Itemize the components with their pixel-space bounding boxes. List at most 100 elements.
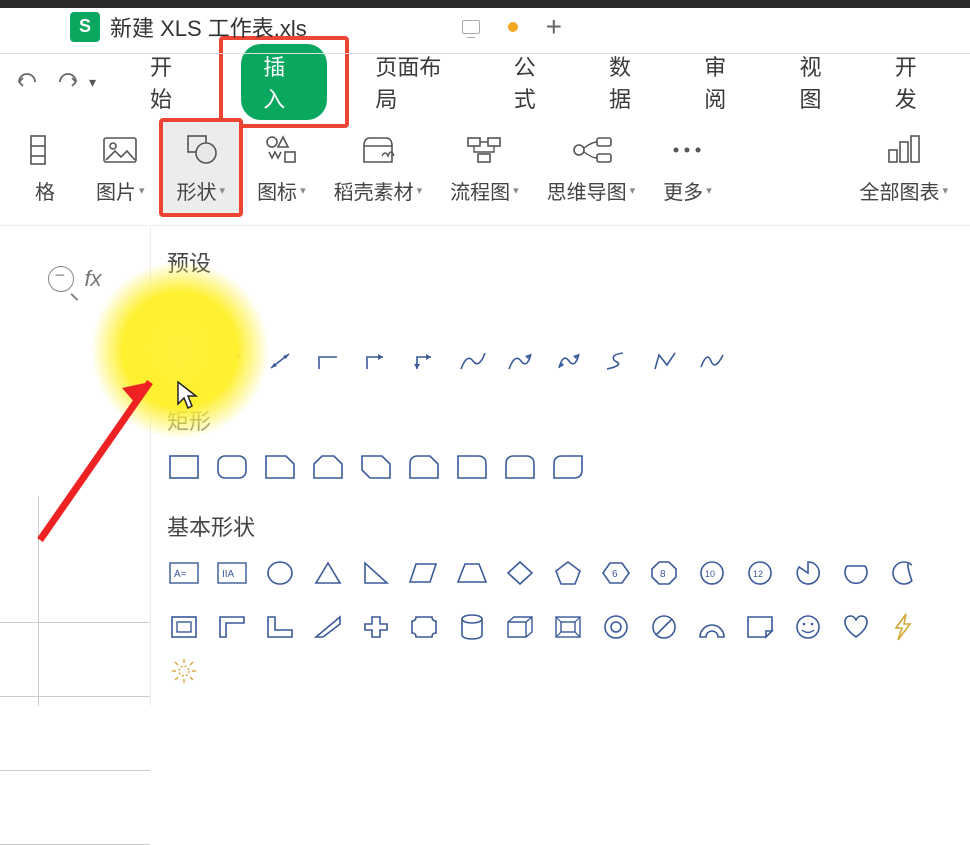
zoom-out-icon[interactable] xyxy=(48,266,74,292)
shape-curve-arrow[interactable] xyxy=(503,346,537,376)
shape-line[interactable] xyxy=(167,346,201,376)
shape-half-frame[interactable] xyxy=(215,612,249,642)
shape-snip2diag[interactable] xyxy=(359,452,393,482)
shape-round2same[interactable] xyxy=(503,452,537,482)
presentation-icon[interactable] xyxy=(462,20,480,34)
grid-line xyxy=(0,770,150,771)
grid-icon xyxy=(29,130,61,170)
shape-cube[interactable] xyxy=(503,612,537,642)
shape-elbow-double[interactable] xyxy=(407,346,441,376)
document-title[interactable]: 新建 XLS 工作表.xls xyxy=(110,11,307,43)
shape-octagon[interactable]: 8 xyxy=(647,558,681,588)
chevron-down-icon: ▾ xyxy=(630,184,636,197)
shape-triangle[interactable] xyxy=(311,558,345,588)
shape-freeform-s[interactable] xyxy=(599,346,633,376)
shape-snip2same[interactable] xyxy=(311,452,345,482)
shape-lightning[interactable] xyxy=(887,612,921,642)
picture-icon xyxy=(102,130,138,170)
ribbon-grid[interactable]: 格 xyxy=(8,122,82,213)
shape-trapezoid[interactable] xyxy=(455,558,489,588)
tab-review[interactable]: 审阅 xyxy=(688,44,763,120)
svg-text:12: 12 xyxy=(753,569,763,579)
shape-right-triangle[interactable] xyxy=(359,558,393,588)
shape-l-shape[interactable] xyxy=(263,612,297,642)
ribbon-mindmap[interactable]: 思维导图▾ xyxy=(533,122,650,213)
shape-elbow[interactable] xyxy=(311,346,345,376)
new-tab-button[interactable]: + xyxy=(546,11,562,43)
ribbon-icons[interactable]: 图标▾ xyxy=(243,122,320,213)
shape-scribble[interactable] xyxy=(695,346,729,376)
shape-chord[interactable] xyxy=(839,558,873,588)
shape-textbox-h[interactable]: A= xyxy=(167,558,201,588)
shape-block-arc[interactable] xyxy=(695,612,729,642)
shape-parallelogram[interactable] xyxy=(407,558,441,588)
shape-heart[interactable] xyxy=(839,612,873,642)
shape-donut[interactable] xyxy=(599,612,633,642)
shape-smiley[interactable] xyxy=(791,612,825,642)
shape-decagon[interactable]: 10 xyxy=(695,558,729,588)
shape-snipround[interactable] xyxy=(407,452,441,482)
shape-teardrop[interactable] xyxy=(887,558,921,588)
shape-curve-double[interactable] xyxy=(551,346,585,376)
svg-text:10: 10 xyxy=(705,569,715,579)
section-basic: 基本形状 xyxy=(161,500,970,552)
section-lines: 线条 xyxy=(161,288,970,340)
shape-line-double-arrow[interactable] xyxy=(263,346,297,376)
store-icon xyxy=(358,130,398,170)
shape-round1[interactable] xyxy=(455,452,489,482)
tab-pagelayout[interactable]: 页面布局 xyxy=(359,44,477,120)
ribbon-docer[interactable]: 稻壳素材▾ xyxy=(320,122,437,213)
shape-freeform-poly[interactable] xyxy=(647,346,681,376)
shapes-icon xyxy=(182,130,220,170)
chart-icon xyxy=(885,130,923,170)
ribbon-label: 流程图 xyxy=(450,176,510,205)
more-icon xyxy=(670,130,704,170)
shape-no-symbol[interactable] xyxy=(647,612,681,642)
ribbon-allcharts[interactable]: 全部图表▾ xyxy=(845,122,962,213)
basic-row-2 xyxy=(161,606,970,704)
svg-text:A=: A= xyxy=(174,569,187,580)
shape-line-arrow[interactable] xyxy=(215,346,249,376)
tab-view[interactable]: 视图 xyxy=(783,44,858,120)
shape-oval[interactable] xyxy=(263,558,297,588)
svg-text:IIA: IIA xyxy=(222,569,235,580)
ribbon-flowchart[interactable]: 流程图▾ xyxy=(436,122,533,213)
ribbon-label: 稻壳素材 xyxy=(334,176,414,205)
shape-bevel[interactable] xyxy=(551,612,585,642)
shape-sun[interactable] xyxy=(167,656,201,686)
shape-curve[interactable] xyxy=(455,346,489,376)
shape-diagonal-stripe[interactable] xyxy=(311,612,345,642)
tab-formula[interactable]: 公式 xyxy=(498,44,573,120)
redo-button[interactable] xyxy=(53,67,82,97)
ribbon-picture[interactable]: 图片▾ xyxy=(82,122,159,213)
svg-text:6: 6 xyxy=(612,569,618,580)
chevron-down-icon: ▾ xyxy=(513,184,519,197)
tab-data[interactable]: 数据 xyxy=(593,44,668,120)
shape-pie[interactable] xyxy=(791,558,825,588)
undo-button[interactable] xyxy=(12,67,41,97)
shape-plus[interactable] xyxy=(359,612,393,642)
shape-can[interactable] xyxy=(455,612,489,642)
shape-round-rect[interactable] xyxy=(215,452,249,482)
shape-textbox-v[interactable]: IIA xyxy=(215,558,249,588)
tab-insert[interactable]: 插入 xyxy=(241,44,327,120)
shape-plaque[interactable] xyxy=(407,612,441,642)
shape-elbow-arrow[interactable] xyxy=(359,346,393,376)
ribbon-shapes[interactable]: 形状▾ xyxy=(159,118,244,217)
tab-start[interactable]: 开始 xyxy=(134,44,209,120)
shape-rect[interactable] xyxy=(167,452,201,482)
fx-icon[interactable]: fx xyxy=(84,266,101,292)
chevron-down-icon: ▾ xyxy=(706,184,712,197)
ribbon-more[interactable]: 更多▾ xyxy=(649,122,726,213)
shape-dodecagon[interactable]: 12 xyxy=(743,558,777,588)
shape-folded-corner[interactable] xyxy=(743,612,777,642)
shape-round2diag[interactable] xyxy=(551,452,585,482)
shape-snip1[interactable] xyxy=(263,452,297,482)
quick-dropdown-icon[interactable]: ▾ xyxy=(89,74,96,91)
shape-frame[interactable] xyxy=(167,612,201,642)
shape-diamond[interactable] xyxy=(503,558,537,588)
shape-hexagon[interactable]: 6 xyxy=(599,558,633,588)
shape-pentagon[interactable] xyxy=(551,558,585,588)
tab-dev[interactable]: 开发 xyxy=(879,44,954,120)
basic-row-1: A= IIA 6 8 10 12 xyxy=(161,552,970,606)
